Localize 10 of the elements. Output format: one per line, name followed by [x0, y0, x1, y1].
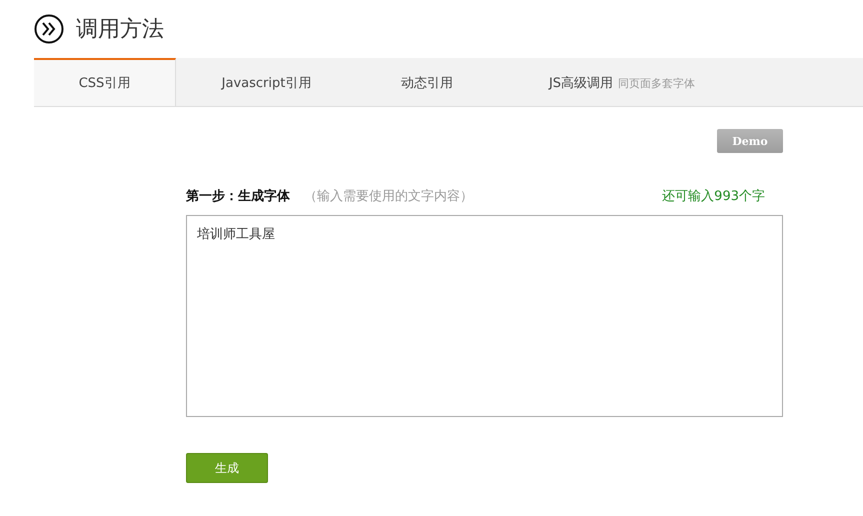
step-hint: （输入需要使用的文字内容）: [304, 188, 473, 205]
tab[interactable]: Javascript引用: [176, 60, 357, 106]
section-title: 调用方法: [76, 16, 164, 44]
remaining-count: 还可输入993个字: [662, 188, 765, 205]
step-title: 第一步：生成字体: [186, 188, 290, 205]
text-input-field[interactable]: 培训师工具屋: [186, 215, 783, 417]
tab[interactable]: JS高级调用 同页面多套字体: [497, 60, 747, 106]
tab[interactable]: 动态引用: [357, 60, 497, 106]
double-chevron-icon: [34, 14, 64, 44]
tab[interactable]: CSS引用: [34, 58, 176, 106]
